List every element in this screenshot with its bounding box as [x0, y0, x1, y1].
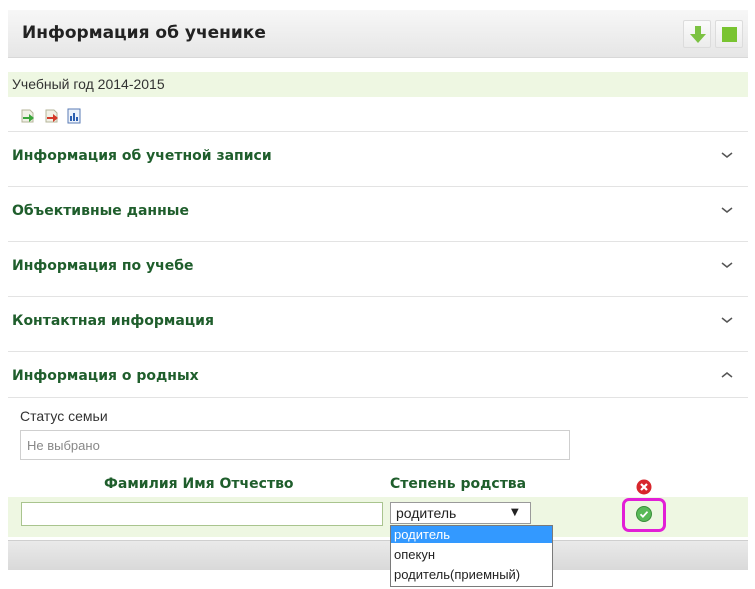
- report-icon[interactable]: [66, 108, 82, 124]
- section-relatives-info[interactable]: Информация о родных: [8, 351, 748, 398]
- section-title: Информация об учетной записи: [12, 148, 272, 164]
- column-header-relation: Степень родства: [390, 476, 527, 492]
- section-title: Информация о родных: [12, 368, 199, 384]
- chevron-down-icon: [721, 152, 733, 158]
- option-guardian[interactable]: опекун: [391, 546, 552, 563]
- maximize-button[interactable]: [715, 20, 743, 48]
- column-header-fio: Фамилия Имя Отчество: [104, 476, 294, 492]
- family-status-label: Статус семьи: [20, 408, 108, 424]
- chevron-down-icon: [721, 262, 733, 268]
- option-parent[interactable]: родитель: [391, 526, 552, 543]
- panel-header: Информация об ученике: [8, 10, 748, 58]
- student-info-panel: Информация об ученике Учебный год 2014-2…: [8, 10, 748, 589]
- dropdown-arrow-icon: ▼: [511, 507, 519, 518]
- school-year-label: Учебный год 2014-2015: [12, 76, 165, 92]
- delete-icon[interactable]: [636, 479, 652, 495]
- chevron-down-icon: [721, 207, 733, 213]
- section-title: Контактная информация: [12, 313, 214, 329]
- export-red-icon[interactable]: [44, 108, 60, 124]
- chevron-up-icon: [721, 372, 733, 378]
- section-objective-data[interactable]: Объективные данные: [8, 186, 748, 233]
- fio-input[interactable]: [21, 502, 383, 526]
- section-contact-info[interactable]: Контактная информация: [8, 296, 748, 343]
- section-study-info[interactable]: Информация по учебе: [8, 241, 748, 288]
- page-title: Информация об ученике: [22, 23, 266, 43]
- option-foster-parent[interactable]: родитель(приемный): [391, 566, 552, 583]
- section-title: Информация по учебе: [12, 258, 194, 274]
- relation-select[interactable]: родитель: [390, 502, 531, 524]
- section-title: Объективные данные: [12, 203, 189, 219]
- square-icon: [722, 27, 737, 42]
- export-green-icon[interactable]: [20, 108, 36, 124]
- relation-options-list: родитель опекун родитель(приемный): [390, 525, 553, 587]
- highlight-annotation: [622, 498, 666, 532]
- school-year-bar: Учебный год 2014-2015: [8, 72, 748, 97]
- arrow-down-icon: [690, 26, 706, 43]
- section-account-info[interactable]: Информация об учетной записи: [8, 131, 748, 178]
- collapse-down-button[interactable]: [683, 20, 711, 48]
- family-status-select[interactable]: Не выбрано: [20, 430, 570, 460]
- chevron-down-icon: [721, 317, 733, 323]
- panel-footer: [8, 540, 748, 570]
